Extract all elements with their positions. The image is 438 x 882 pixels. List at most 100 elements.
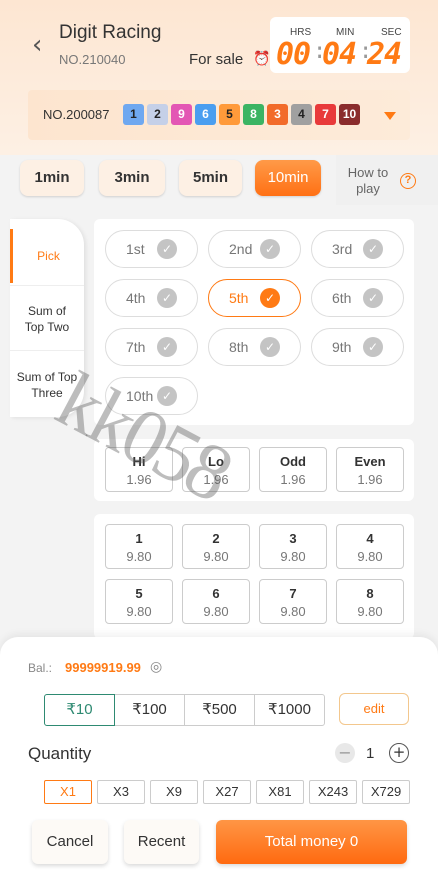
game-title: Digit Racing <box>59 22 162 43</box>
number-option-3[interactable]: 3 9.80 <box>259 524 327 569</box>
result-ball: 3 <box>267 104 288 125</box>
how-to-play-label: How to play <box>347 165 389 196</box>
multiplier-x81-button[interactable]: X81 <box>256 780 304 804</box>
divider <box>10 285 84 286</box>
number-name: 5 <box>135 586 143 601</box>
quantity-value[interactable]: 1 <box>366 745 374 762</box>
multiplier-x9-button[interactable]: X9 <box>150 780 198 804</box>
position-label: 4th <box>126 290 146 306</box>
result-ball: 1 <box>123 104 144 125</box>
tab-1min[interactable]: 1min <box>20 160 84 196</box>
position-10th[interactable]: 10th ✓ <box>105 377 198 415</box>
side-nav-sum-top-three[interactable]: Sum of Top Three <box>10 369 84 401</box>
check-icon: ✓ <box>157 288 177 308</box>
amount-selector: ₹10 ₹100 ₹500 ₹1000 <box>44 694 325 726</box>
balance-value: 99999919.99 <box>65 660 141 675</box>
edit-button[interactable]: edit <box>339 693 409 725</box>
bet-option-even[interactable]: Even 1.96 <box>336 447 404 492</box>
position-6th[interactable]: 6th ✓ <box>311 279 404 317</box>
position-8th[interactable]: 8th ✓ <box>208 328 301 366</box>
position-5th[interactable]: 5th ✓ <box>208 279 301 317</box>
tab-5min[interactable]: 5min <box>179 160 242 196</box>
number-option-2[interactable]: 2 9.80 <box>182 524 250 569</box>
cancel-button[interactable]: Cancel <box>32 820 108 864</box>
alarm-clock-icon: ⏰ <box>253 51 271 67</box>
multiplier-x3-button[interactable]: X3 <box>97 780 145 804</box>
tab-3min[interactable]: 3min <box>99 160 165 196</box>
number-odds: 9.80 <box>280 549 306 564</box>
position-label: 7th <box>126 339 146 355</box>
expand-triangle-icon[interactable] <box>384 112 396 120</box>
position-panel: 1st ✓ 2nd ✓ 3rd ✓ 4th ✓ 5th ✓ 6th ✓ 7th ✓ 8th ✓ 9th ✓ 10th… <box>94 219 414 425</box>
result-ball: 9 <box>171 104 192 125</box>
amount-100-button[interactable]: ₹100 <box>114 694 185 726</box>
countdown-timer: HRS MIN SEC 00 : 04 : 24 <box>270 17 410 73</box>
bet-option-name: Even <box>354 454 386 469</box>
number-option-8[interactable]: 8 9.80 <box>336 579 404 624</box>
tab-10min[interactable]: 10min <box>255 160 321 196</box>
amount-10-button[interactable]: ₹10 <box>44 694 115 726</box>
divider <box>10 350 84 351</box>
bet-option-lo[interactable]: Lo 1.96 <box>182 447 250 492</box>
position-2nd[interactable]: 2nd ✓ <box>208 230 301 268</box>
position-label: 10th <box>126 388 154 404</box>
bet-option-hi[interactable]: Hi 1.96 <box>105 447 173 492</box>
result-balls: 1 2 9 6 5 8 3 4 7 10 <box>123 104 360 125</box>
number-odds: 9.80 <box>126 549 152 564</box>
amount-500-button[interactable]: ₹500 <box>184 694 255 726</box>
bet-option-odd[interactable]: Odd 1.96 <box>259 447 327 492</box>
number-odds: 9.80 <box>203 604 229 619</box>
check-icon: ✓ <box>363 337 383 357</box>
back-arrow-icon[interactable]: ‹ <box>32 30 42 60</box>
result-ball: 4 <box>291 104 312 125</box>
number-odds: 9.80 <box>357 549 383 564</box>
result-ball: 2 <box>147 104 168 125</box>
multiplier-x243-button[interactable]: X243 <box>309 780 357 804</box>
eye-icon[interactable]: ◎ <box>150 659 162 675</box>
number-option-6[interactable]: 6 9.80 <box>182 579 250 624</box>
quantity-label: Quantity <box>28 744 92 763</box>
result-ball: 10 <box>339 104 360 125</box>
balance-label: Bal.: <box>28 661 53 675</box>
bet-option-name: Odd <box>280 454 306 469</box>
number-name: 4 <box>366 531 374 546</box>
multiplier-x1-button[interactable]: X1 <box>44 780 92 804</box>
amount-1000-button[interactable]: ₹1000 <box>254 694 325 726</box>
number-option-7[interactable]: 7 9.80 <box>259 579 327 624</box>
minus-icon[interactable]: − <box>335 743 355 763</box>
number-odds: 9.80 <box>126 604 152 619</box>
number-option-1[interactable]: 1 9.80 <box>105 524 173 569</box>
recent-button[interactable]: Recent <box>124 820 199 864</box>
time-tabs: 1min 3min 5min 10min How to play ? <box>0 155 438 205</box>
plus-icon[interactable]: + <box>389 743 409 763</box>
position-label: 9th <box>332 339 352 355</box>
total-money-button[interactable]: Total money 0 <box>216 820 407 864</box>
check-icon: ✓ <box>157 337 177 357</box>
position-3rd[interactable]: 3rd ✓ <box>311 230 404 268</box>
position-label: 8th <box>229 339 249 355</box>
help-icon: ? <box>400 173 416 189</box>
result-ball: 6 <box>195 104 216 125</box>
bet-option-name: Hi <box>132 454 146 469</box>
number-option-4[interactable]: 4 9.80 <box>336 524 404 569</box>
multiplier-x729-button[interactable]: X729 <box>362 780 410 804</box>
side-nav-sum-top-two[interactable]: Sum of Top Two <box>10 303 84 335</box>
position-7th[interactable]: 7th ✓ <box>105 328 198 366</box>
position-label: 2nd <box>229 241 253 257</box>
position-1st[interactable]: 1st ✓ <box>105 230 198 268</box>
side-nav-pick[interactable]: Pick <box>10 229 84 283</box>
check-icon: ✓ <box>157 386 177 406</box>
how-to-play[interactable]: How to play ? <box>336 155 438 205</box>
number-option-5[interactable]: 5 9.80 <box>105 579 173 624</box>
number-odds: 9.80 <box>280 604 306 619</box>
bet-option-odds: 1.96 <box>280 472 306 487</box>
number-name: 1 <box>135 531 143 546</box>
position-9th[interactable]: 9th ✓ <box>311 328 404 366</box>
number-name: 8 <box>366 586 374 601</box>
last-result-bar[interactable]: NO.200087 1 2 9 6 5 8 3 4 7 10 <box>28 90 410 140</box>
multiplier-x27-button[interactable]: X27 <box>203 780 251 804</box>
position-label: 5th <box>229 290 249 306</box>
timer-hours: 00 <box>276 37 311 72</box>
timer-seconds: 24 <box>367 37 402 72</box>
position-4th[interactable]: 4th ✓ <box>105 279 198 317</box>
